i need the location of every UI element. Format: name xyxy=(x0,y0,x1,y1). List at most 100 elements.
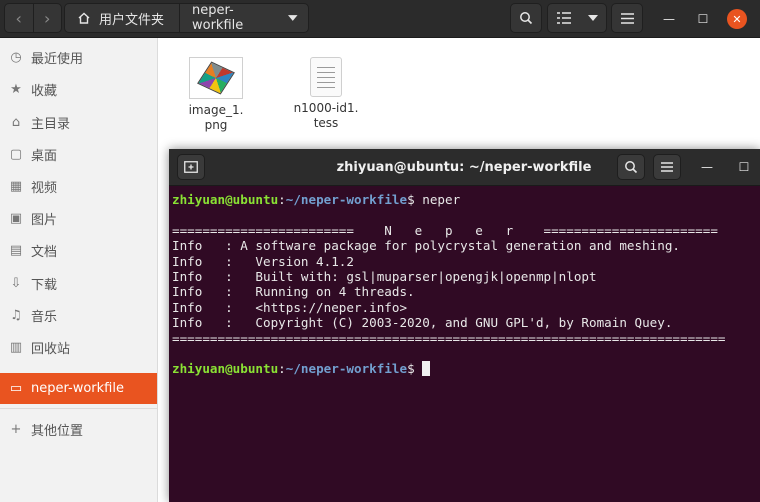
breadcrumb-current-label: neper-workfile xyxy=(192,3,244,33)
maximize-button[interactable]: ☐ xyxy=(693,9,713,29)
prompt-user: zhiyuan@ubuntu xyxy=(172,361,279,377)
prompt-end: $ xyxy=(407,361,423,377)
plus-icon: + xyxy=(10,422,22,437)
sidebar-item-label: 其他位置 xyxy=(31,424,84,439)
sidebar-item-downloads[interactable]: ⇩ 下载 xyxy=(0,268,157,299)
output-blank-line xyxy=(172,346,758,361)
output-line: Info : Version 4.1.2 xyxy=(172,253,354,269)
view-toggle-group[interactable] xyxy=(547,3,607,33)
terminal-search-button[interactable] xyxy=(617,154,645,180)
output-line: Info : <https://neper.info> xyxy=(172,299,408,315)
caret-down-icon xyxy=(288,15,298,21)
search-icon xyxy=(625,161,638,174)
sidebar-item-music[interactable]: ♫ 音乐 xyxy=(0,300,157,331)
sidebar-item-label: 主目录 xyxy=(31,117,71,132)
prompt-end: $ xyxy=(407,192,423,207)
home-icon: ⌂ xyxy=(11,115,21,130)
minimize-icon: — xyxy=(701,160,713,174)
output-line: Info : Copyright (C) 2003-2020, and GNU … xyxy=(172,315,673,331)
close-icon: ✕ xyxy=(732,12,742,26)
image-thumbnail xyxy=(189,57,243,99)
desktop-icon: ▢ xyxy=(9,147,23,162)
forward-button[interactable]: › xyxy=(32,4,62,32)
menu-button[interactable] xyxy=(611,3,643,33)
output-line: Info : Running on 4 threads. xyxy=(172,284,415,300)
new-tab-icon xyxy=(184,161,198,173)
prompt-path: ~/neper-workfile xyxy=(285,192,408,207)
close-button[interactable]: ✕ xyxy=(727,9,747,29)
path-bar: 用户文件夹 neper-workfile xyxy=(64,3,309,33)
history-nav: ‹ › xyxy=(4,3,62,33)
sidebar-item-pictures[interactable]: ▣ 图片 xyxy=(0,203,157,234)
sidebar-item-other-locations[interactable]: + 其他位置 xyxy=(0,414,157,445)
new-tab-button[interactable] xyxy=(177,154,205,180)
maximize-icon: ☐ xyxy=(697,12,709,26)
output-line: Info : Built with: gsl|muparser|opengjk|… xyxy=(172,269,597,285)
terminal-header-bar: zhiyuan@ubuntu: ~/neper-workfile — ☐ xyxy=(169,149,760,186)
prompt-command: neper xyxy=(422,192,461,207)
terminal-window: zhiyuan@ubuntu: ~/neper-workfile — ☐ zhi… xyxy=(169,149,760,502)
sidebar-item-starred[interactable]: ★ 收藏 xyxy=(0,74,157,105)
hamburger-icon xyxy=(661,162,673,172)
prompt-separator: : xyxy=(278,361,286,377)
sidebar-item-recent[interactable]: ◷ 最近使用 xyxy=(0,42,157,73)
sidebar: ◷ 最近使用 ★ 收藏 ⌂ 主目录 ▢ 桌面 ▦ 视频 ▣ 图片 ▤ 文档 ⇩ … xyxy=(0,38,158,502)
minimize-icon: — xyxy=(663,12,675,26)
sidebar-item-label: 视频 xyxy=(31,181,58,196)
file-name-line: image_1. xyxy=(188,103,244,117)
music-icon: ♫ xyxy=(10,308,22,323)
sidebar-item-neper-workfile[interactable]: ▭ neper-workfile xyxy=(0,373,157,404)
back-button[interactable]: ‹ xyxy=(5,4,33,32)
file-name-line: n1000-id1. xyxy=(293,101,359,115)
list-view-icon xyxy=(556,12,571,24)
download-icon: ⇩ xyxy=(10,276,22,291)
breadcrumb-home[interactable]: 用户文件夹 xyxy=(65,4,180,32)
breadcrumb-current[interactable]: neper-workfile xyxy=(180,4,308,32)
crystal-cube-icon xyxy=(197,61,235,95)
terminal-maximize-button[interactable]: ☐ xyxy=(734,157,754,177)
sidebar-divider xyxy=(0,408,157,409)
breadcrumb-home-label: 用户文件夹 xyxy=(99,12,165,28)
home-icon xyxy=(78,12,90,24)
terminal-minimize-button[interactable]: — xyxy=(697,157,717,177)
output-line: Info : A software package for polycrysta… xyxy=(172,238,680,254)
sidebar-item-trash[interactable]: ▥ 回收站 xyxy=(0,332,157,363)
search-icon xyxy=(520,12,533,25)
search-button[interactable] xyxy=(510,3,542,33)
prompt-separator: : xyxy=(278,192,286,207)
prompt-path: ~/neper-workfile xyxy=(285,361,408,377)
sidebar-item-label: 桌面 xyxy=(31,149,58,164)
sidebar-item-label: 下载 xyxy=(31,278,58,293)
chevron-left-icon: ‹ xyxy=(15,8,22,28)
folder-icon: ▭ xyxy=(9,381,23,396)
text-file-icon xyxy=(310,57,342,97)
hamburger-icon xyxy=(620,12,634,24)
file-item[interactable]: n1000-id1. tess xyxy=(290,57,362,131)
sidebar-item-label: 最近使用 xyxy=(31,52,84,67)
terminal-title: zhiyuan@ubuntu: ~/neper-workfile xyxy=(336,160,592,175)
files-header-bar: ‹ › 用户文件夹 neper-workfile — ☐ ✕ xyxy=(0,0,760,38)
sidebar-item-label: 回收站 xyxy=(31,342,71,357)
clock-icon: ◷ xyxy=(10,50,22,65)
document-icon: ▤ xyxy=(9,243,23,258)
file-name-line: png xyxy=(204,118,228,132)
maximize-icon: ☐ xyxy=(738,160,750,174)
output-line: ========================================… xyxy=(172,330,726,346)
view-options-caret-icon xyxy=(587,15,598,21)
text-cursor xyxy=(422,361,431,377)
sidebar-item-home[interactable]: ⌂ 主目录 xyxy=(0,107,157,138)
video-icon: ▦ xyxy=(9,179,23,194)
file-item[interactable]: image_1. png xyxy=(180,57,252,133)
terminal-output[interactable]: zhiyuan@ubuntu:~/neper-workfile$ neper =… xyxy=(172,192,758,377)
sidebar-item-label: 文档 xyxy=(31,245,58,260)
sidebar-item-label: 收藏 xyxy=(31,84,58,99)
minimize-button[interactable]: — xyxy=(659,9,679,29)
output-line: ======================== N e p e r =====… xyxy=(172,222,718,238)
output-blank-line xyxy=(172,207,758,222)
sidebar-item-videos[interactable]: ▦ 视频 xyxy=(0,171,157,202)
sidebar-item-label: 图片 xyxy=(31,213,58,228)
terminal-menu-button[interactable] xyxy=(653,154,681,180)
sidebar-item-documents[interactable]: ▤ 文档 xyxy=(0,235,157,266)
sidebar-item-desktop[interactable]: ▢ 桌面 xyxy=(0,139,157,170)
trash-icon: ▥ xyxy=(9,340,23,355)
